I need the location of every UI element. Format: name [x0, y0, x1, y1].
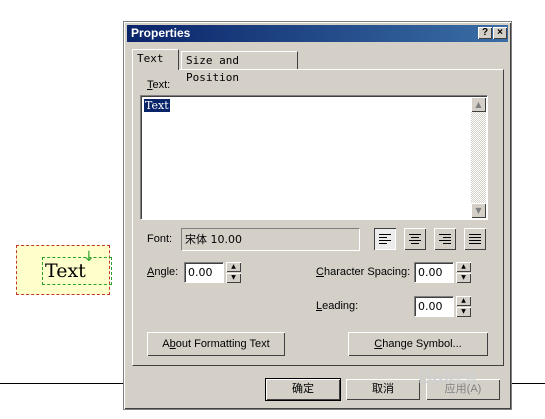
properties-dialog: Properties ? × Text Size and Position Te…: [123, 21, 512, 410]
font-label: Font:: [147, 233, 173, 245]
align-right-button[interactable]: [434, 228, 456, 250]
tab-size-position[interactable]: Size and Position: [181, 51, 298, 84]
leading-input[interactable]: 0.00: [414, 296, 454, 317]
align-left-button[interactable]: [374, 228, 396, 250]
align-justify-icon: [469, 234, 481, 244]
page-divider-right: [512, 383, 545, 384]
dialog-titlebar[interactable]: Properties ? ×: [127, 25, 508, 42]
scroll-down-icon[interactable]: ▼: [471, 203, 486, 218]
help-button[interactable]: ?: [478, 27, 492, 39]
char-spacing-down-icon[interactable]: ▼: [456, 273, 471, 283]
text-label: Text:: [147, 79, 171, 91]
canvas-text-label[interactable]: Text: [42, 257, 112, 285]
angle-input[interactable]: 0.00: [184, 262, 224, 283]
angle-up-icon[interactable]: ▲: [226, 262, 241, 272]
text-input-value: Text: [144, 99, 170, 112]
angle-down-icon[interactable]: ▼: [226, 273, 241, 283]
dialog-title: Properties: [131, 26, 191, 40]
watermark-logo: Bai经验: [418, 366, 478, 388]
char-spacing-label: Character Spacing:: [316, 266, 411, 278]
leading-down-icon[interactable]: ▼: [456, 307, 471, 317]
page-divider-left: [0, 383, 123, 384]
cancel-button[interactable]: 取消: [346, 379, 420, 400]
angle-label: Angle:: [147, 266, 179, 278]
about-formatting-button[interactable]: About Formatting Text: [147, 332, 285, 356]
close-button[interactable]: ×: [493, 27, 507, 39]
leading-up-icon[interactable]: ▲: [456, 296, 471, 306]
tab-text-label: Text: [137, 52, 164, 65]
align-left-icon: [379, 234, 391, 244]
canvas-text-element[interactable]: Text ↓: [16, 245, 112, 295]
text-scrollbar[interactable]: ▲ ▼: [471, 97, 486, 218]
change-symbol-button[interactable]: Change Symbol...: [348, 332, 488, 356]
anchor-arrow-icon: ↓: [83, 249, 95, 265]
align-right-icon: [439, 234, 451, 244]
scroll-up-icon[interactable]: ▲: [471, 97, 486, 112]
align-center-icon: [409, 234, 421, 244]
text-input[interactable]: Text ▲ ▼: [140, 95, 488, 220]
tab-text[interactable]: Text: [132, 49, 179, 70]
ok-button[interactable]: 确定: [266, 379, 340, 400]
align-center-button[interactable]: [404, 228, 426, 250]
char-spacing-up-icon[interactable]: ▲: [456, 262, 471, 272]
leading-label: Leading:: [316, 300, 359, 312]
font-display: 宋体 10.00: [181, 228, 360, 251]
align-justify-button[interactable]: [464, 228, 486, 250]
char-spacing-input[interactable]: 0.00: [414, 262, 454, 283]
